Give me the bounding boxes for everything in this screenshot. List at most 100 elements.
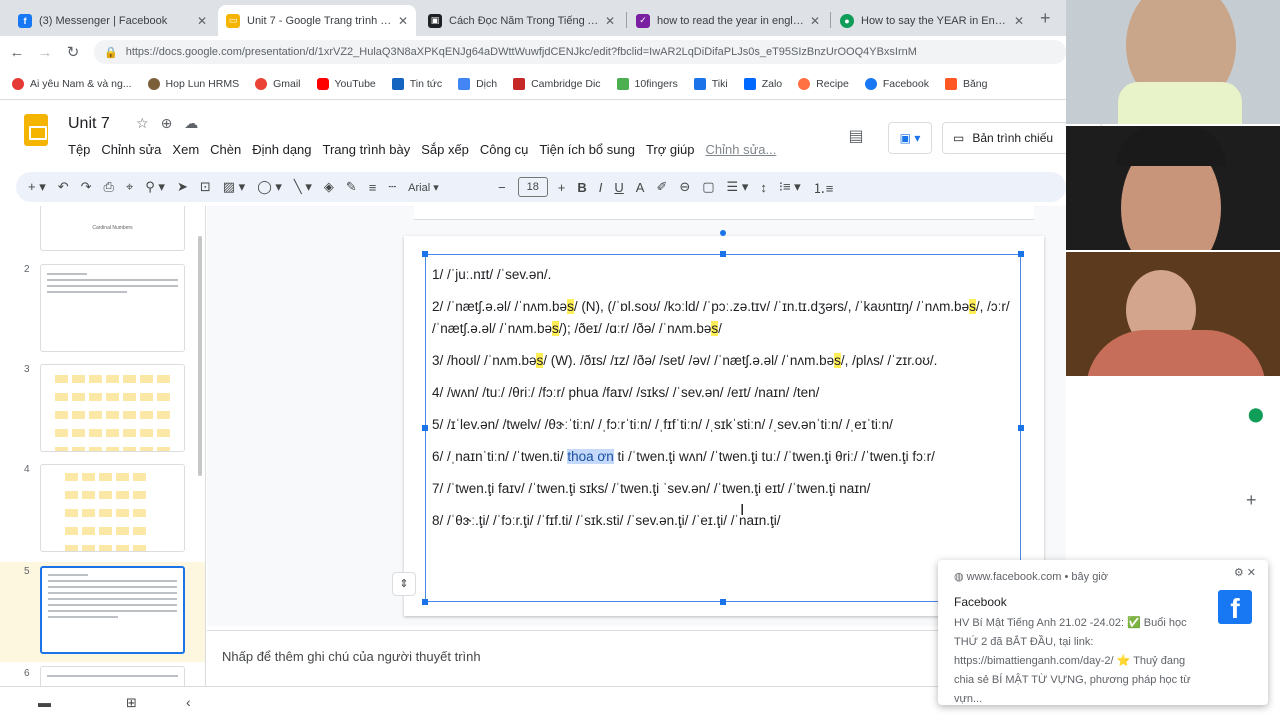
document-title[interactable]: Unit 7 — [68, 115, 110, 133]
back-icon[interactable]: ← — [6, 44, 28, 61]
last-edit-link[interactable]: Chỉnh sửa... — [705, 142, 776, 157]
bookmark-item[interactable]: Tin tức — [391, 77, 442, 90]
menu-view[interactable]: Xem — [172, 142, 199, 157]
font-size-increase-icon[interactable]: + — [558, 180, 566, 195]
menu-edit[interactable]: Chỉnh sửa — [101, 142, 161, 157]
bookmark-item[interactable]: Recipe — [798, 77, 849, 90]
bookmark-item[interactable]: Hop Lun HRMS — [147, 77, 239, 90]
menu-addons[interactable]: Tiện ích bổ sung — [539, 142, 635, 157]
layout-view-button[interactable]: ▣ ▾ — [888, 122, 932, 154]
print-icon[interactable]: ⎙ — [104, 179, 114, 195]
resize-handle[interactable] — [422, 425, 428, 431]
bookmark-item[interactable]: 10fingers — [616, 77, 678, 90]
fill-color-icon[interactable]: ◈ — [324, 179, 334, 195]
line-icon[interactable]: ╲ ▾ — [294, 179, 312, 195]
undo-icon[interactable]: ↶ — [58, 179, 69, 195]
border-color-icon[interactable]: ✎ — [346, 179, 357, 195]
bookmark-item[interactable]: Ai yêu Nam & và ng... — [12, 77, 132, 90]
resize-handle[interactable] — [422, 599, 428, 605]
move-folder-icon[interactable]: ⊕ — [161, 115, 185, 131]
font-size-input[interactable]: 18 — [517, 177, 548, 197]
numbered-list-icon[interactable]: ⒈≡ — [813, 178, 834, 197]
bookmark-item[interactable]: YouTube — [316, 77, 376, 90]
text-color-icon[interactable]: A — [636, 180, 645, 195]
font-size-decrease-icon[interactable]: − — [498, 180, 506, 195]
textbox-icon[interactable]: ⊡ — [200, 179, 211, 195]
slide-thumbnail[interactable] — [40, 666, 185, 686]
font-select[interactable]: Arial ▾ — [408, 181, 488, 194]
bookmark-item[interactable]: Dịch — [458, 77, 497, 90]
comment-icon[interactable]: ▢ — [702, 179, 714, 195]
new-slide-icon[interactable]: + ▾ — [28, 179, 46, 195]
link-icon[interactable]: ⊖ — [679, 179, 690, 195]
resize-handle[interactable] — [720, 599, 726, 605]
cloud-status-icon[interactable]: ☁ — [184, 115, 210, 131]
slide-thumbnail[interactable] — [40, 464, 185, 552]
facebook-notification[interactable]: ◍ www.facebook.com • bây giờ ⚙ ✕ Faceboo… — [938, 560, 1268, 705]
border-weight-icon[interactable]: ≡ — [369, 180, 377, 195]
resize-handle[interactable] — [1018, 425, 1024, 431]
star-icon[interactable]: ☆ — [136, 115, 161, 131]
paint-format-icon[interactable]: ⌖ — [126, 179, 133, 195]
close-icon[interactable]: ✕ — [1014, 14, 1024, 28]
bookmark-item[interactable]: Facebook — [864, 77, 929, 90]
filmstrip-view-icon[interactable]: ▬ — [38, 695, 51, 710]
italic-icon[interactable]: I — [599, 180, 603, 195]
filmstrip-scrollbar[interactable] — [198, 236, 202, 476]
slide-thumbnail[interactable]: Cardinal Numbers — [40, 206, 185, 251]
close-icon[interactable]: ✕ — [398, 14, 408, 28]
bookmark-item[interactable]: Gmail — [255, 77, 301, 90]
tab-slides[interactable]: ▭ Unit 7 - Google Trang trình bày ✕ — [218, 5, 416, 36]
bookmark-item[interactable]: Zalo — [743, 77, 782, 90]
tab-article[interactable]: ▣ Cách Đọc Năm Trong Tiếng Anh ✕ — [420, 5, 623, 36]
horizontal-ruler[interactable] — [414, 206, 1034, 220]
forward-icon[interactable]: → — [34, 44, 56, 61]
rotate-handle[interactable] — [720, 230, 726, 236]
menu-file[interactable]: Tệp — [68, 142, 90, 157]
close-icon[interactable]: ✕ — [1247, 567, 1256, 579]
close-icon[interactable]: ✕ — [605, 14, 615, 28]
line-spacing-icon[interactable]: ↕ — [760, 180, 767, 195]
reload-icon[interactable]: ↻ — [62, 43, 84, 61]
maps-icon[interactable]: ⬤ — [1248, 406, 1264, 423]
bold-icon[interactable]: B — [577, 180, 586, 195]
bulleted-list-icon[interactable]: ⁝≡ ▾ — [779, 179, 801, 195]
border-dash-icon[interactable]: ┄ — [388, 179, 396, 195]
menu-insert[interactable]: Chèn — [210, 142, 241, 157]
collapse-icon[interactable]: ‹ — [186, 694, 191, 710]
menu-format[interactable]: Định dạng — [252, 142, 311, 157]
menu-slide[interactable]: Trang trình bày — [323, 142, 411, 157]
underline-icon[interactable]: U — [614, 180, 623, 195]
pronunciation-text[interactable]: 1/ /ˈjuː.nɪt/ /ˈsev.ən/. 2/ /ˈnætʃ.ə.əl/… — [432, 264, 1017, 542]
bookmark-item[interactable]: Tiki — [693, 77, 728, 90]
bookmark-item[interactable]: Cambridge Dic — [513, 77, 601, 90]
add-addon-icon[interactable]: + — [1246, 490, 1257, 511]
slide-thumbnail-selected[interactable] — [40, 566, 185, 654]
tab-messenger[interactable]: f (3) Messenger | Facebook ✕ — [10, 5, 215, 36]
highlight-icon[interactable]: ✐ — [656, 179, 667, 195]
comments-icon[interactable]: ▤ — [844, 126, 868, 150]
redo-icon[interactable]: ↷ — [81, 179, 92, 195]
new-tab-icon[interactable]: + — [1040, 8, 1051, 29]
close-icon[interactable]: ✕ — [810, 14, 820, 28]
menu-tools[interactable]: Công cụ — [480, 142, 528, 157]
zoom-icon[interactable]: ⚲ ▾ — [145, 179, 165, 195]
slides-logo-icon[interactable] — [24, 114, 48, 146]
bookmark-item[interactable]: Băng — [944, 77, 987, 90]
slide-thumbnail[interactable] — [40, 364, 185, 452]
resize-handle[interactable] — [422, 251, 428, 257]
shape-icon[interactable]: ◯ ▾ — [257, 179, 282, 195]
image-icon[interactable]: ▨ ▾ — [223, 179, 245, 195]
tab-quiz[interactable]: ✓ how to read the year in english ✕ — [628, 5, 828, 36]
autofit-icon[interactable]: ⇕ — [392, 572, 416, 596]
align-icon[interactable]: ☰ ▾ — [727, 179, 749, 195]
slide-thumbnail[interactable] — [40, 264, 185, 352]
close-icon[interactable]: ✕ — [197, 14, 207, 28]
grid-view-icon[interactable]: ⊞ — [126, 695, 137, 711]
tab-video[interactable]: ● How to say the YEAR in English ✕ — [832, 5, 1032, 36]
settings-icon[interactable]: ⚙ — [1234, 567, 1244, 579]
select-icon[interactable]: ➤ — [177, 179, 188, 195]
url-input[interactable]: 🔒 https://docs.google.com/presentation/d… — [94, 40, 1066, 64]
resize-handle[interactable] — [720, 251, 726, 257]
menu-help[interactable]: Trợ giúp — [646, 142, 695, 157]
